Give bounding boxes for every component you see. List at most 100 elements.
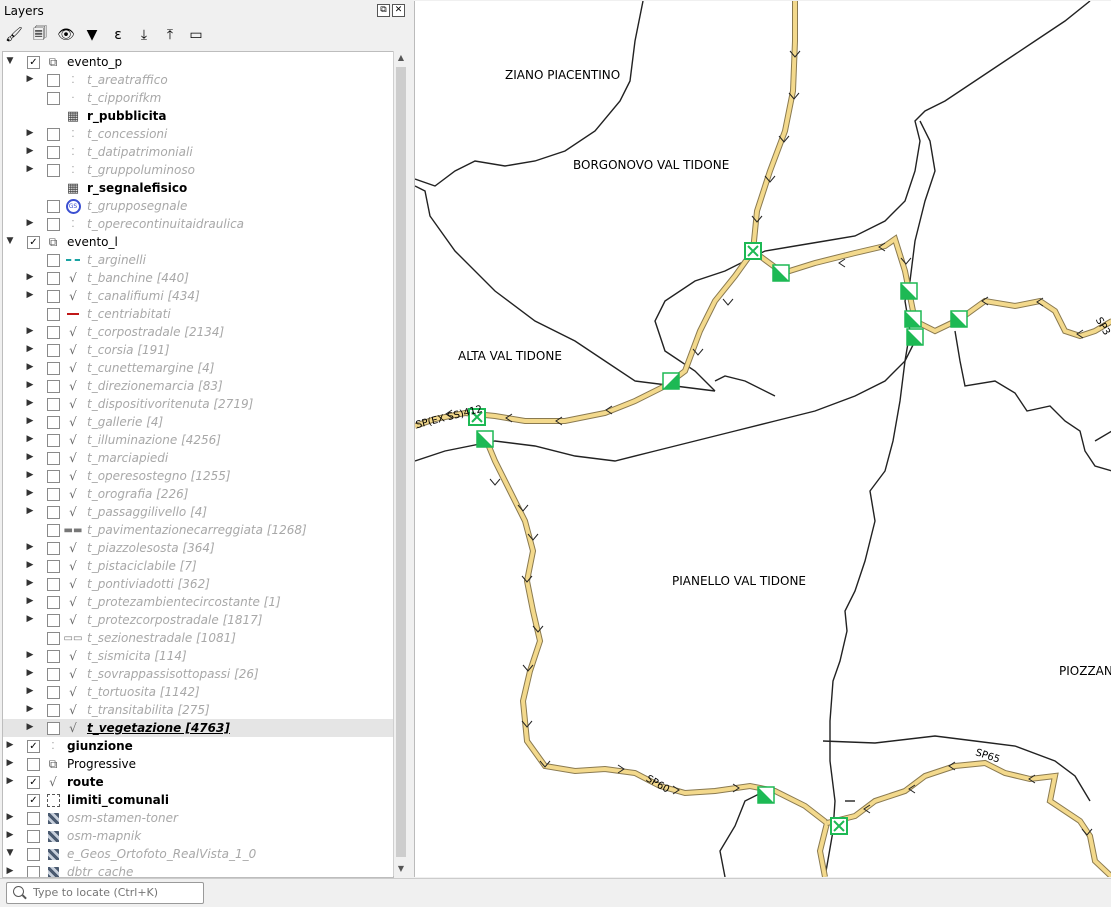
layer-visibility-checkbox[interactable]: [47, 668, 60, 681]
layer-row[interactable]: ▶ √ t_dispositivoritenuta [2719]: [3, 395, 393, 413]
layer-row[interactable]: ▼ ✓ ⧉ evento_l: [3, 233, 393, 251]
layer-visibility-checkbox[interactable]: [47, 650, 60, 663]
layer-visibility-checkbox[interactable]: ✓: [27, 740, 40, 753]
expand-arrow-icon[interactable]: ▶: [25, 380, 35, 390]
layer-row[interactable]: ▶ osm-stamen-toner: [3, 809, 393, 827]
layer-row[interactable]: ▬▬ t_pavimentazionecarreggiata [1268]: [3, 521, 393, 539]
layer-visibility-checkbox[interactable]: [47, 578, 60, 591]
expand-arrow-icon[interactable]: ▶: [25, 416, 35, 426]
layer-visibility-checkbox[interactable]: [47, 74, 60, 87]
layer-row[interactable]: ▶ √ t_piazzolesosta [364]: [3, 539, 393, 557]
layer-visibility-checkbox[interactable]: [27, 866, 40, 877]
layer-row[interactable]: t_centriabitati: [3, 305, 393, 323]
expand-arrow-icon[interactable]: ▶: [5, 866, 15, 876]
layer-row[interactable]: ▶ ⁚ t_datipatrimoniali: [3, 143, 393, 161]
expand-arrow-icon[interactable]: ▶: [5, 830, 15, 840]
layer-row[interactable]: ▶ dbtr_cache: [3, 863, 393, 877]
layer-visibility-checkbox[interactable]: ✓: [27, 56, 40, 69]
layer-visibility-checkbox[interactable]: ✓: [27, 776, 40, 789]
layer-visibility-checkbox[interactable]: [47, 560, 60, 573]
scroll-up-icon[interactable]: ▲: [396, 53, 406, 63]
filter-expression-icon[interactable]: ε: [108, 25, 128, 45]
layer-row[interactable]: ▶ √ t_transitabilita [275]: [3, 701, 393, 719]
layer-row[interactable]: ▶ ⁚ t_gruppoluminoso: [3, 161, 393, 179]
layer-row[interactable]: ▶ √ t_passaggilivello [4]: [3, 503, 393, 521]
layer-visibility-checkbox[interactable]: [27, 812, 40, 825]
layer-row[interactable]: ▶ ⧉ Progressive: [3, 755, 393, 773]
map-canvas[interactable]: ZIANO PIACENTINO BORGONOVO VAL TIDONE AL…: [414, 1, 1111, 877]
layer-row[interactable]: ▶ √ t_direzionemarcia [83]: [3, 377, 393, 395]
layer-visibility-checkbox[interactable]: [47, 704, 60, 717]
scroll-down-icon[interactable]: ▼: [396, 864, 406, 874]
layer-visibility-checkbox[interactable]: [27, 830, 40, 843]
expand-arrow-icon[interactable]: ▶: [25, 470, 35, 480]
style-manager-icon[interactable]: 🖌: [4, 25, 24, 45]
layer-visibility-checkbox[interactable]: [47, 722, 60, 735]
layer-row[interactable]: ▶ √ t_pistaciclabile [7]: [3, 557, 393, 575]
layer-visibility-checkbox[interactable]: [47, 164, 60, 177]
layer-visibility-checkbox[interactable]: [47, 488, 60, 501]
expand-arrow-icon[interactable]: ▶: [25, 164, 35, 174]
expand-arrow-icon[interactable]: ▶: [25, 398, 35, 408]
layer-row[interactable]: t_arginelli: [3, 251, 393, 269]
layer-row[interactable]: GS t_grupposegnale: [3, 197, 393, 215]
expand-arrow-icon[interactable]: ▶: [25, 650, 35, 660]
layer-row[interactable]: ▶ osm-mapnik: [3, 827, 393, 845]
locator-box[interactable]: [6, 882, 204, 904]
layer-row[interactable]: ▶ √ t_illuminazione [4256]: [3, 431, 393, 449]
layer-row[interactable]: ▶ √ t_orografia [226]: [3, 485, 393, 503]
layer-row[interactable]: ▶ √ t_protezcorpostradale [1817]: [3, 611, 393, 629]
layer-visibility-checkbox[interactable]: [47, 92, 60, 105]
layer-visibility-checkbox[interactable]: [47, 326, 60, 339]
layer-row[interactable]: ▶ √ t_tortuosita [1142]: [3, 683, 393, 701]
expand-arrow-icon[interactable]: ▶: [5, 758, 15, 768]
expand-arrow-icon[interactable]: ▶: [25, 146, 35, 156]
layer-row[interactable]: ▶ ⁚ t_operecontinuitaidraulica: [3, 215, 393, 233]
layer-tree-scrollbar[interactable]: ▲ ▼: [393, 51, 408, 876]
layer-row[interactable]: ▼ ✓ ⧉ evento_p: [3, 53, 393, 71]
remove-layer-icon[interactable]: ▭: [186, 25, 206, 45]
expand-arrow-icon[interactable]: ▶: [25, 128, 35, 138]
collapse-arrow-icon[interactable]: ▼: [5, 56, 15, 66]
expand-arrow-icon[interactable]: ▶: [25, 596, 35, 606]
float-panel-button[interactable]: ⧉: [377, 4, 390, 17]
layer-row[interactable]: ▶ √ t_gallerie [4]: [3, 413, 393, 431]
expand-arrow-icon[interactable]: ▶: [5, 740, 15, 750]
expand-arrow-icon[interactable]: ▶: [25, 488, 35, 498]
layer-visibility-checkbox[interactable]: [47, 398, 60, 411]
filter-legend-icon[interactable]: ▼: [82, 25, 102, 45]
layer-visibility-checkbox[interactable]: [27, 758, 40, 771]
layer-row[interactable]: ▭▭ t_sezionestradale [1081]: [3, 629, 393, 647]
layer-visibility-checkbox[interactable]: [47, 434, 60, 447]
layer-visibility-checkbox[interactable]: [47, 218, 60, 231]
expand-arrow-icon[interactable]: ▶: [25, 506, 35, 516]
expand-arrow-icon[interactable]: ▶: [5, 812, 15, 822]
layer-tree[interactable]: ▼ ✓ ⧉ evento_p ▶ ⁚ t_areatraffico · t_cipporifkm…: [2, 51, 394, 878]
layer-row[interactable]: ▶ √ t_vegetazione [4763]: [3, 719, 393, 737]
expand-arrow-icon[interactable]: ▶: [25, 614, 35, 624]
layer-row[interactable]: ▶ √ t_sovrappassisottopassi [26]: [3, 665, 393, 683]
layer-visibility-checkbox[interactable]: [47, 542, 60, 555]
layer-row[interactable]: ▶ √ t_sismicita [114]: [3, 647, 393, 665]
expand-arrow-icon[interactable]: ▶: [25, 686, 35, 696]
layer-row[interactable]: ▶ √ t_cunettemargine [4]: [3, 359, 393, 377]
layer-visibility-checkbox[interactable]: [47, 344, 60, 357]
layer-row[interactable]: ▦ r_segnalefisico: [3, 179, 393, 197]
expand-arrow-icon[interactable]: ▶: [25, 434, 35, 444]
layer-row[interactable]: ✓ limiti_comunali: [3, 791, 393, 809]
layer-visibility-checkbox[interactable]: [27, 848, 40, 861]
layer-visibility-checkbox[interactable]: [47, 308, 60, 321]
layer-row[interactable]: ▶ √ t_canalifiumi [434]: [3, 287, 393, 305]
expand-arrow-icon[interactable]: ▶: [25, 290, 35, 300]
layer-row[interactable]: ▶ √ t_banchine [440]: [3, 269, 393, 287]
locator-input[interactable]: [31, 885, 200, 900]
layer-row[interactable]: ▶ ⁚ t_concessioni: [3, 125, 393, 143]
layer-visibility-checkbox[interactable]: ✓: [27, 794, 40, 807]
layer-row[interactable]: ▶ √ t_pontiviadotti [362]: [3, 575, 393, 593]
layer-visibility-checkbox[interactable]: [47, 506, 60, 519]
expand-arrow-icon[interactable]: ▶: [25, 722, 35, 732]
layer-visibility-checkbox[interactable]: [47, 380, 60, 393]
expand-all-icon[interactable]: ⤓: [134, 25, 154, 45]
layer-visibility-checkbox[interactable]: [47, 146, 60, 159]
layer-row[interactable]: ▶ ⁚ t_areatraffico: [3, 71, 393, 89]
